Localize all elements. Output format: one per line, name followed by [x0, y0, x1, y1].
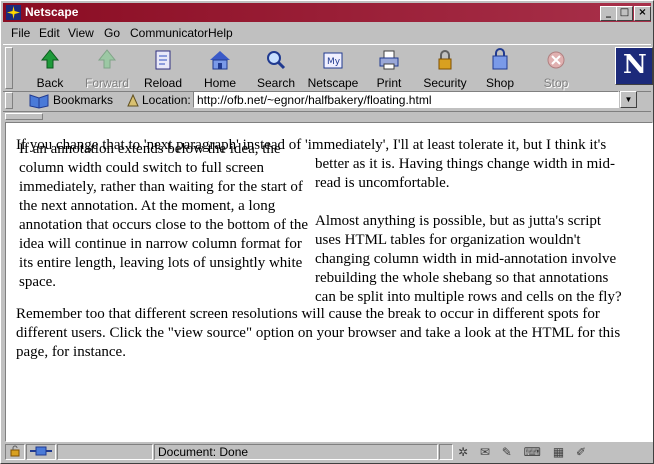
netscape-app-icon — [6, 5, 21, 20]
security-status-icon[interactable] — [5, 444, 25, 460]
menu-communicator[interactable]: Communicator — [130, 26, 208, 40]
security-button[interactable]: Security — [417, 47, 473, 90]
forward-button[interactable]: Forward — [79, 47, 135, 90]
toolbar-grip[interactable] — [5, 47, 13, 89]
netscape-button[interactable]: My Netscape — [305, 47, 361, 90]
status-text: Document: Done — [154, 444, 438, 460]
reload-icon — [155, 50, 171, 70]
shop-icon — [492, 48, 508, 70]
right-column-paragraph-2: Almost anything is possible, but as jutt… — [315, 213, 622, 305]
annotation-left-column: If an annotation extends below the idea,… — [19, 141, 309, 290]
bookmarks-button[interactable]: Bookmarks — [53, 93, 113, 107]
stop-icon — [547, 51, 565, 69]
collapsed-toolbar-tab[interactable] — [5, 113, 43, 120]
discussions-component-icon[interactable]: ✎ — [502, 445, 512, 459]
title-bar[interactable]: Netscape _ □ × — [3, 3, 651, 22]
annotation-right-column: better as it is. Having things change wi… — [315, 155, 625, 307]
component-bar: ✲ ✉ ✎ ⌨ ▦ ✐ — [458, 445, 586, 459]
printer-icon — [379, 50, 399, 70]
home-icon — [210, 51, 230, 70]
window-title: Netscape — [25, 5, 79, 19]
location-toolbar-grip[interactable] — [5, 92, 13, 109]
stop-button[interactable]: Stop — [528, 47, 584, 90]
navigator-component-icon[interactable]: ✲ — [458, 445, 468, 459]
location-toolbar: Bookmarks Location: http://ofb.net/~egno… — [3, 91, 651, 112]
menu-view[interactable]: View — [68, 26, 94, 40]
back-button[interactable]: Back — [22, 47, 78, 90]
menu-bar: File Edit View Go Communicator Help — [3, 23, 651, 42]
lock-icon — [438, 50, 452, 70]
menu-help[interactable]: Help — [208, 26, 233, 40]
menu-edit[interactable]: Edit — [39, 26, 60, 40]
calendar-component-icon[interactable]: ▦ — [553, 445, 564, 459]
home-button[interactable]: Home — [192, 47, 248, 90]
location-page-icon[interactable] — [126, 93, 140, 108]
netscape-logo[interactable]: N — [615, 47, 653, 85]
url-field[interactable]: http://ofb.net/~egnor/halfbakery/floatin… — [193, 91, 619, 108]
online-plug-icon — [30, 446, 52, 456]
url-dropdown-button[interactable]: ▼ — [620, 91, 637, 108]
maximize-button[interactable]: □ — [616, 6, 633, 21]
location-label: Location: — [142, 93, 191, 107]
status-bar: Document: Done ✲ ✉ ✎ ⌨ ▦ ✐ — [3, 442, 651, 462]
connection-status-icon — [26, 444, 56, 460]
search-button[interactable]: Search — [248, 47, 304, 90]
svg-text:My: My — [327, 57, 341, 67]
close-button[interactable]: × — [634, 6, 651, 21]
status-divider — [439, 444, 453, 460]
mail-component-icon[interactable]: ✉ — [480, 445, 490, 459]
forward-arrow-icon — [97, 49, 117, 69]
menu-go[interactable]: Go — [104, 26, 120, 40]
print-button[interactable]: Print — [361, 47, 417, 90]
navigation-toolbar: Back Forward Reload Home Search My Netsc… — [3, 44, 653, 92]
edit-component-icon[interactable]: ✐ — [576, 445, 586, 459]
minimize-button[interactable]: _ — [600, 6, 617, 21]
netscape-mail-icon: My — [323, 52, 343, 69]
menu-file[interactable]: File — [11, 26, 30, 40]
status-lock-icon — [10, 445, 20, 457]
collapsed-toolbar[interactable] — [3, 112, 651, 120]
page-paragraph-tail: Remember too that different screen resol… — [16, 306, 621, 360]
right-column-paragraph-1: better as it is. Having things change wi… — [315, 156, 615, 191]
composer-component-icon[interactable]: ⌨ — [524, 445, 541, 459]
browser-window: Netscape _ □ × File Edit View Go Communi… — [0, 0, 654, 464]
reload-button[interactable]: Reload — [135, 47, 191, 90]
bookmarks-icon[interactable] — [27, 92, 51, 109]
back-arrow-icon — [40, 49, 60, 69]
page-content[interactable]: If you change that to 'next paragraph' i… — [5, 122, 653, 442]
search-icon — [267, 51, 286, 70]
progress-bar — [57, 444, 153, 460]
shop-button[interactable]: Shop — [472, 47, 528, 90]
